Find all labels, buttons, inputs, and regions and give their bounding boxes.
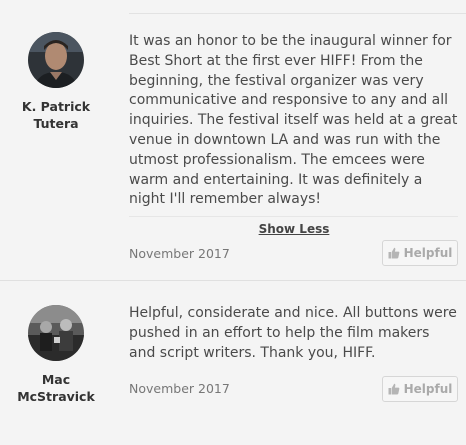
author-name: Mac McStravick <box>17 372 95 404</box>
helpful-button[interactable]: Helpful <box>382 240 458 266</box>
review-author: K. Patrick Tutera <box>0 32 112 132</box>
review-date: November 2017 <box>129 381 230 396</box>
thumbs-up-icon <box>388 383 399 395</box>
avatar <box>28 305 84 361</box>
thumbs-up-icon <box>388 247 399 259</box>
helpful-label: Helpful <box>403 382 453 396</box>
review-text: It was an honor to be the inaugural winn… <box>129 33 458 208</box>
helpful-label: Helpful <box>403 246 453 260</box>
helpful-button[interactable]: Helpful <box>382 376 458 402</box>
review-author: Mac McStravick <box>0 305 112 405</box>
show-less-link[interactable]: Show Less <box>129 222 459 236</box>
avatar <box>28 32 84 88</box>
author-photo-icon <box>28 305 84 361</box>
review-card: Mac McStravick Helpful, considerate and … <box>0 281 466 445</box>
author-photo-icon <box>28 32 84 88</box>
review-card: K. Patrick Tutera It was an honor to be … <box>0 0 466 280</box>
review-divider <box>129 216 458 217</box>
author-name: K. Patrick Tutera <box>21 99 91 131</box>
review-text: Helpful, considerate and nice. All butto… <box>129 305 457 361</box>
review-date: November 2017 <box>129 246 230 261</box>
